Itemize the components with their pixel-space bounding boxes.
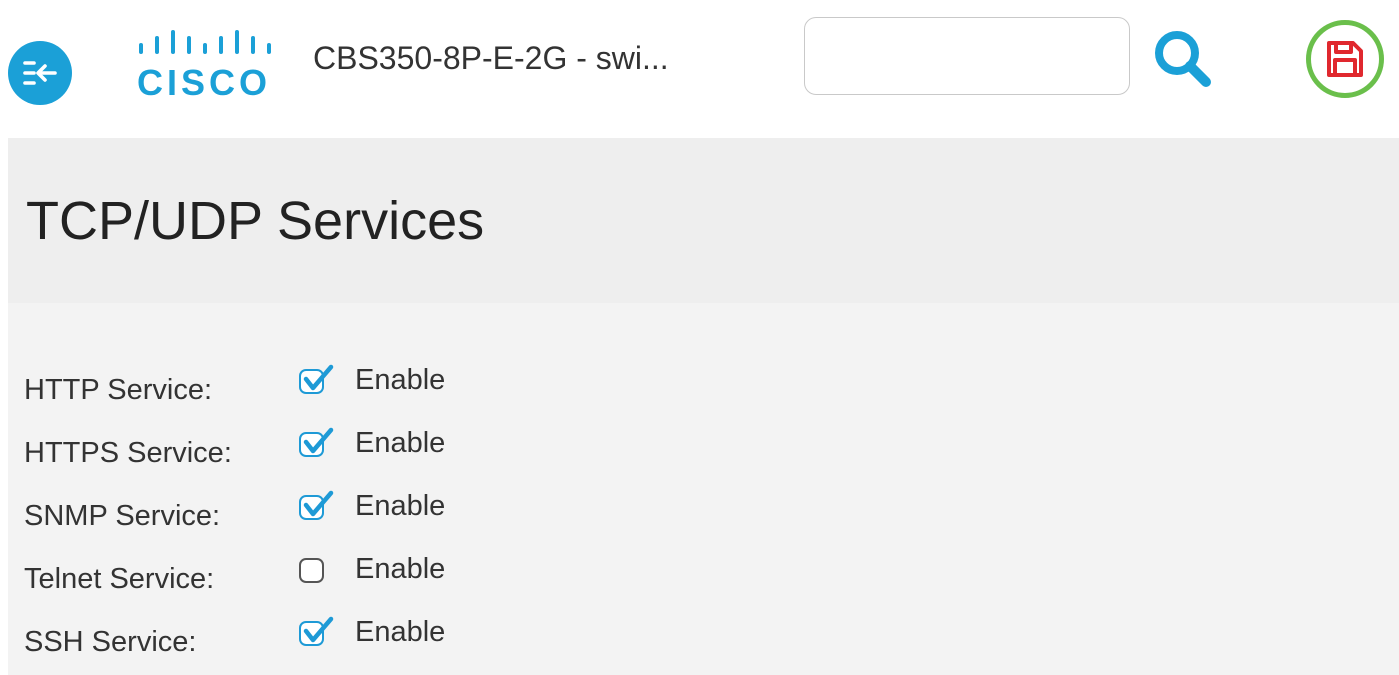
search-icon[interactable] bbox=[1148, 24, 1218, 94]
service-row-snmp: SNMP Service: Enable bbox=[8, 482, 708, 542]
service-row-https: HTTPS Service: Enable bbox=[8, 419, 708, 479]
checkbox-label[interactable]: Enable bbox=[355, 616, 445, 649]
top-header: CISCO CBS350-8P-E-2G - swi... bbox=[0, 0, 1399, 138]
check-icon bbox=[303, 364, 334, 391]
checkbox-label[interactable]: Enable bbox=[355, 364, 445, 397]
check-icon bbox=[303, 427, 334, 454]
enable-checkbox[interactable] bbox=[299, 490, 334, 520]
service-row-telnet: Telnet Service: Enable bbox=[8, 545, 708, 605]
save-icon bbox=[1327, 41, 1363, 77]
page-title: TCP/UDP Services bbox=[26, 191, 485, 251]
enable-checkbox[interactable] bbox=[299, 558, 324, 583]
checkbox-label[interactable]: Enable bbox=[355, 490, 445, 523]
save-button[interactable] bbox=[1306, 20, 1384, 98]
check-icon bbox=[303, 490, 334, 517]
svg-text:CISCO: CISCO bbox=[137, 62, 271, 103]
service-row-http: HTTP Service: Enable bbox=[8, 356, 708, 416]
checkbox-label[interactable]: Enable bbox=[355, 553, 445, 586]
collapse-menu-icon[interactable] bbox=[8, 41, 72, 105]
page-title-bar: TCP/UDP Services bbox=[8, 138, 1399, 303]
service-label: HTTP Service: bbox=[24, 374, 213, 406]
service-label: HTTPS Service: bbox=[24, 437, 232, 469]
search-input[interactable] bbox=[804, 17, 1130, 95]
services-form: HTTP Service: Enable HTTPS Service: Enab… bbox=[8, 303, 1399, 675]
service-label: SSH Service: bbox=[24, 626, 197, 658]
service-label: SNMP Service: bbox=[24, 500, 221, 532]
enable-checkbox[interactable] bbox=[299, 427, 334, 457]
check-icon bbox=[303, 616, 334, 643]
enable-checkbox[interactable] bbox=[299, 616, 334, 646]
cisco-logo: CISCO bbox=[136, 30, 286, 110]
service-label: Telnet Service: bbox=[24, 563, 215, 595]
enable-checkbox[interactable] bbox=[299, 364, 334, 394]
device-name: CBS350-8P-E-2G - swi... bbox=[313, 40, 669, 76]
checkbox-label[interactable]: Enable bbox=[355, 427, 445, 460]
service-row-ssh: SSH Service: Enable bbox=[8, 608, 708, 668]
